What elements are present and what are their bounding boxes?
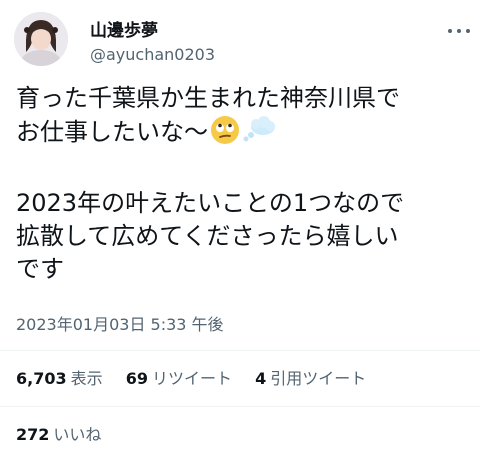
face-with-rolling-eyes-emoji xyxy=(210,115,240,154)
divider xyxy=(0,406,480,407)
divider xyxy=(0,350,480,351)
user-handle[interactable]: @ayuchan0203 xyxy=(90,44,215,66)
likes-stat[interactable]: 272 いいね xyxy=(16,424,101,446)
display-name[interactable]: 山邊歩夢 xyxy=(90,20,158,42)
tweet-line: 育った千葉県か生まれた神奈川県で xyxy=(16,84,400,112)
thought-balloon-emoji xyxy=(242,115,276,154)
retweets-stat[interactable]: 69 リツイート xyxy=(126,369,232,388)
tweet-line: お仕事したいな〜 xyxy=(16,115,472,154)
tweet-line: 2023年の叶えたいことの1つなので xyxy=(16,189,405,217)
tweet-text: 育った千葉県か生まれた神奈川県で お仕事したいな〜 2023年の叶えたいことの1… xyxy=(16,82,472,286)
tweet-line: です xyxy=(16,255,64,283)
quote-tweets-stat[interactable]: 4 引用ツイート xyxy=(255,369,366,388)
tweet-stats: 6,703 表示 69 リツイート 4 引用ツイート xyxy=(16,368,384,390)
tweet-line: 拡散して広めてくださったら嬉しい xyxy=(16,222,399,250)
avatar[interactable] xyxy=(14,12,68,66)
profile-photo-icon xyxy=(14,12,68,66)
more-options-icon[interactable] xyxy=(448,24,470,38)
tweet-timestamp[interactable]: 2023年01月03日 5:33 午後 xyxy=(16,314,224,336)
views-stat[interactable]: 6,703 表示 xyxy=(16,369,103,388)
